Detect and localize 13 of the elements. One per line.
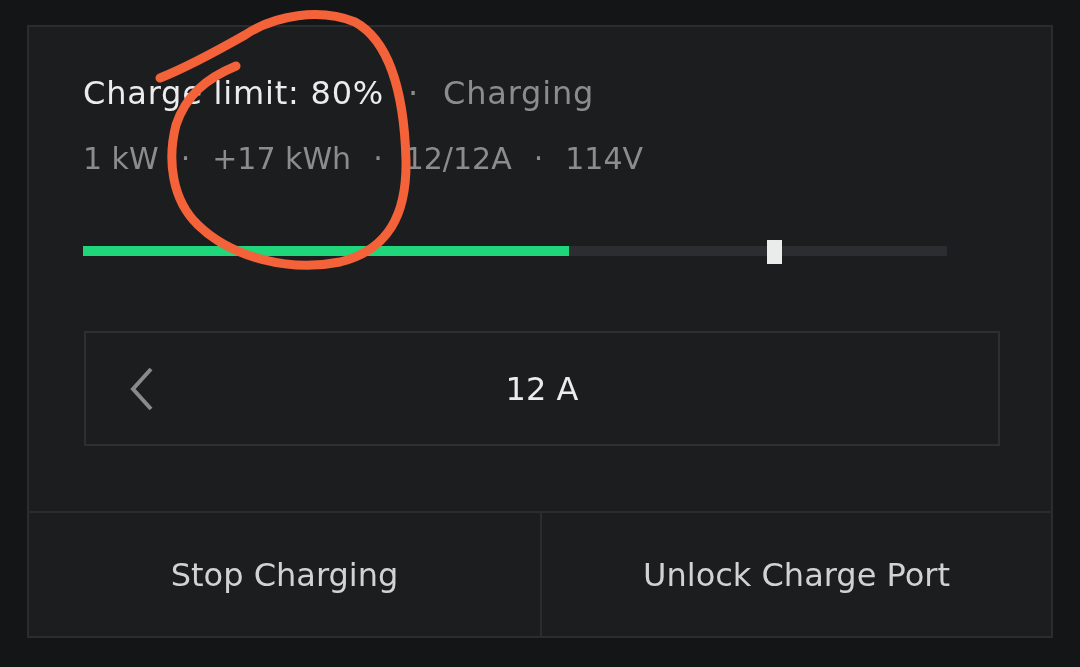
stat-value: 1 kW [83, 140, 159, 178]
separator-dot: · [533, 140, 544, 178]
decrease-button[interactable] [130, 366, 154, 411]
stat-value: 12/12A [404, 140, 512, 178]
chevron-left-icon [130, 366, 154, 411]
separator-dot: · [180, 140, 191, 178]
stat-value: 114V [565, 140, 643, 178]
limit-handle[interactable] [767, 240, 783, 264]
separator-dot: · [373, 140, 383, 178]
charging-status: Charging [443, 73, 595, 113]
stat-value: +17 kWh [212, 140, 352, 178]
separator-dot: · [408, 73, 420, 113]
amperage-value: 12 A [505, 369, 579, 408]
